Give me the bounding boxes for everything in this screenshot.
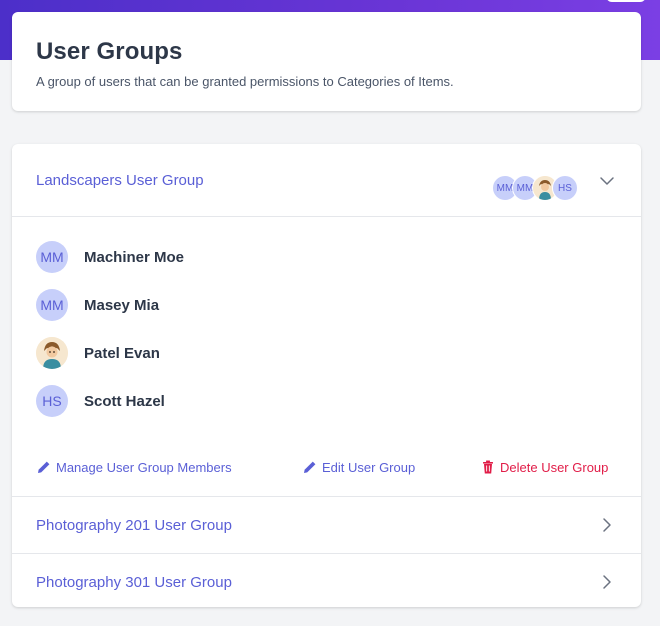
pencil-icon — [38, 461, 50, 473]
group-title: Photography 201 User Group — [36, 517, 232, 534]
manage-members-label: Manage User Group Members — [56, 459, 232, 475]
list-item: MM Machiner Moe — [36, 233, 617, 281]
page-subtitle: A group of users that can be granted per… — [36, 74, 454, 89]
chevron-right-icon[interactable] — [597, 515, 617, 535]
avatar: HS — [36, 385, 68, 417]
member-list: MM Machiner Moe MM Masey Mia Patel Evan … — [12, 217, 641, 425]
chevron-right-icon[interactable] — [597, 572, 617, 592]
group-header-photography-201[interactable]: Photography 201 User Group — [12, 497, 641, 554]
member-name: Machiner Moe — [84, 248, 185, 266]
top-corner-tab — [606, 0, 646, 2]
member-name: Masey Mia — [84, 296, 160, 314]
pencil-icon — [304, 461, 316, 473]
member-name: Scott Hazel — [84, 392, 165, 410]
avatar-photo — [36, 337, 68, 369]
delete-group-button[interactable]: Delete User Group — [480, 459, 608, 475]
edit-group-button[interactable]: Edit User Group — [302, 459, 415, 475]
list-item: HS Scott Hazel — [36, 377, 617, 425]
chevron-down-icon[interactable] — [597, 171, 617, 191]
member-avatar-stack: MM MM HS — [492, 175, 578, 201]
trash-icon — [483, 460, 493, 474]
delete-group-label: Delete User Group — [500, 459, 609, 475]
group-header-landscapers[interactable]: Landscapers User Group MM MM HS — [12, 144, 641, 217]
group-actions: Manage User Group Members Edit User Grou… — [12, 451, 641, 497]
page-header-card: User Groups A group of users that can be… — [12, 12, 641, 111]
edit-group-label: Edit User Group — [322, 459, 416, 475]
page-title: User Groups — [36, 38, 183, 65]
group-header-photography-301[interactable]: Photography 301 User Group — [12, 554, 641, 607]
group-title: Landscapers User Group — [36, 172, 204, 189]
group-title: Photography 301 User Group — [36, 574, 232, 591]
avatar: MM — [36, 241, 68, 273]
avatar: HS — [552, 175, 578, 201]
manage-members-button[interactable]: Manage User Group Members — [36, 459, 232, 475]
avatar: MM — [36, 289, 68, 321]
list-item: MM Masey Mia — [36, 281, 617, 329]
member-name: Patel Evan — [84, 344, 160, 362]
user-groups-list: Landscapers User Group MM MM HS MM Machi… — [12, 144, 641, 607]
list-item: Patel Evan — [36, 329, 617, 377]
